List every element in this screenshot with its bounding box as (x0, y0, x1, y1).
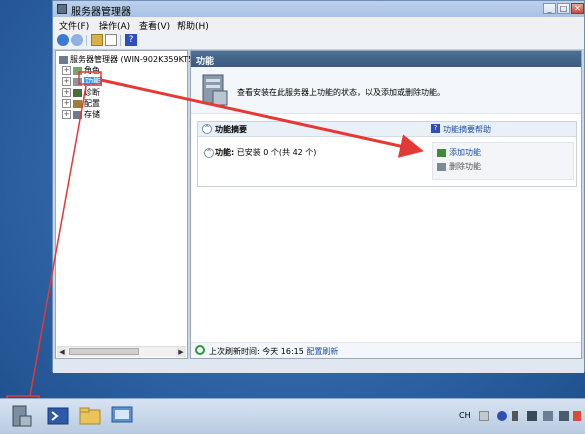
status-bar: 上次刷新时间: 今天 16:15 配置刷新 (191, 342, 581, 358)
page-title: 功能 (196, 57, 215, 67)
minimize-button[interactable]: _ (543, 3, 556, 14)
features-count: 已安装 0 个(共 42 个) (236, 148, 317, 157)
scroll-left-icon[interactable]: ◀ (57, 347, 67, 357)
summary-help-link[interactable]: 功能摘要帮助 (443, 124, 491, 135)
menu-bar: 文件(F) 操作(A) 查看(V) 帮助(H) (53, 17, 584, 33)
scroll-thumb[interactable] (69, 348, 139, 355)
close-button[interactable]: ✕ (571, 3, 584, 14)
tree-root[interactable]: 服务器管理器 (WIN-902K359KT5 (59, 54, 193, 65)
refresh-icon[interactable] (195, 345, 205, 355)
action-center-icon[interactable] (527, 411, 537, 421)
window-status-strip (53, 359, 584, 373)
server-manager-window: 服务器管理器 _ □ ✕ 文件(F) 操作(A) 查看(V) 帮助(H) ? 服… (52, 0, 585, 373)
menu-view[interactable]: 查看(V) (139, 19, 170, 32)
taskbar: CH (0, 398, 585, 434)
up-folder-icon[interactable] (91, 34, 103, 46)
collapse-icon[interactable]: ^ (204, 148, 214, 158)
tree-item-label: 配置 (84, 99, 100, 108)
actions-panel: 添加功能 删除功能 (432, 142, 574, 180)
features-status: 功能: 已安装 0 个(共 42 个) (215, 147, 316, 158)
tree-root-label: 服务器管理器 (WIN-902K359KT5 (70, 55, 194, 64)
keyboard-icon[interactable] (479, 411, 489, 421)
features-summary-section: ^ 功能摘要 ? 功能摘要帮助 ^ 功能: 已安装 0 个(共 42 个) 添加… (197, 121, 577, 187)
intro-banner: 查看安装在此服务器上功能的状态，以及添加或删除功能。 (191, 67, 581, 114)
console-tree: 服务器管理器 (WIN-902K359KT5 + 角色 + 功能 + 诊断 + 配置 +… (55, 50, 193, 359)
content-header: 功能 (191, 51, 581, 67)
scroll-right-icon[interactable]: ▶ (176, 347, 186, 357)
tree-horizontal-scrollbar[interactable]: ◀ ▶ (57, 346, 186, 357)
help-icon[interactable]: ? (125, 34, 137, 46)
maximize-button[interactable]: □ (557, 3, 570, 14)
details-pane: 功能 查看安装在此服务器上功能的状态，以及添加或删除功能。 ^ 功能摘要 ? 功… (190, 50, 582, 359)
expand-icon[interactable]: + (62, 66, 71, 75)
network-icon[interactable] (110, 404, 134, 428)
expand-icon[interactable]: + (62, 88, 71, 97)
toolbar-separator (120, 35, 121, 46)
expand-icon[interactable]: + (62, 77, 71, 86)
tree-item-storage[interactable]: + 存储 (62, 109, 100, 120)
last-refresh-text: 上次刷新时间: 今天 16:15 (209, 347, 304, 356)
summary-title: 功能摘要 (215, 125, 247, 134)
roles-icon (73, 66, 82, 75)
add-features-icon (437, 148, 446, 157)
tree-item-label: 存储 (84, 110, 100, 119)
explorer-folder-icon[interactable] (78, 404, 102, 428)
help-icon[interactable]: ? (431, 124, 440, 133)
tree-item-diagnostics[interactable]: + 诊断 (62, 87, 100, 98)
storage-icon (73, 110, 82, 119)
features-icon (73, 77, 82, 86)
features-banner-icon (202, 74, 228, 106)
add-features-link[interactable]: 添加功能 (437, 147, 481, 158)
forward-arrow-icon[interactable] (71, 34, 83, 46)
server-icon (59, 55, 68, 64)
speaker-icon[interactable] (559, 411, 569, 421)
language-indicator[interactable]: CH (459, 411, 471, 420)
tree-item-label: 诊断 (84, 88, 100, 97)
tree-item-label: 角色 (84, 66, 100, 75)
powershell-icon[interactable] (46, 404, 70, 428)
network-tray-icon[interactable] (543, 411, 553, 421)
back-arrow-icon[interactable] (57, 34, 69, 46)
remove-features-icon (437, 162, 446, 171)
tree-item-features[interactable]: + 功能 (62, 76, 102, 87)
server-manager-icon (57, 4, 67, 14)
title-bar[interactable]: 服务器管理器 _ □ ✕ (53, 1, 584, 18)
toolbar: ? (53, 32, 584, 50)
server-manager-taskbar-icon[interactable] (10, 404, 34, 428)
toolbar-separator (86, 35, 87, 46)
tree-item-configuration[interactable]: + 配置 (62, 98, 100, 109)
add-features-label: 添加功能 (449, 148, 481, 157)
window-title: 服务器管理器 (71, 7, 131, 18)
menu-help[interactable]: 帮助(H) (177, 19, 209, 32)
features-label: 功能: (215, 148, 235, 157)
last-refresh: 上次刷新时间: 今天 16:15 配置刷新 (209, 346, 338, 357)
remove-features-link[interactable]: 删除功能 (437, 161, 481, 172)
show-hide-tree-icon[interactable] (105, 34, 117, 46)
menu-file[interactable]: 文件(F) (59, 19, 89, 32)
configure-refresh-link[interactable]: 配置刷新 (306, 347, 338, 356)
collapse-icon[interactable]: ^ (202, 124, 212, 134)
configuration-icon (73, 99, 82, 108)
help-icon[interactable] (497, 411, 507, 421)
tray-alert-icon[interactable] (573, 411, 581, 421)
expand-icon[interactable]: + (62, 99, 71, 108)
intro-description: 查看安装在此服务器上功能的状态，以及添加或删除功能。 (237, 88, 445, 97)
summary-header: ^ 功能摘要 ? 功能摘要帮助 (198, 122, 576, 137)
tree-item-roles[interactable]: + 角色 (62, 65, 100, 76)
tree-item-label: 功能 (84, 77, 102, 86)
menu-action[interactable]: 操作(A) (99, 19, 130, 32)
remove-features-label: 删除功能 (449, 162, 481, 171)
expand-icon[interactable]: + (62, 110, 71, 119)
options-icon[interactable] (512, 411, 518, 421)
diagnostics-icon (73, 88, 82, 97)
